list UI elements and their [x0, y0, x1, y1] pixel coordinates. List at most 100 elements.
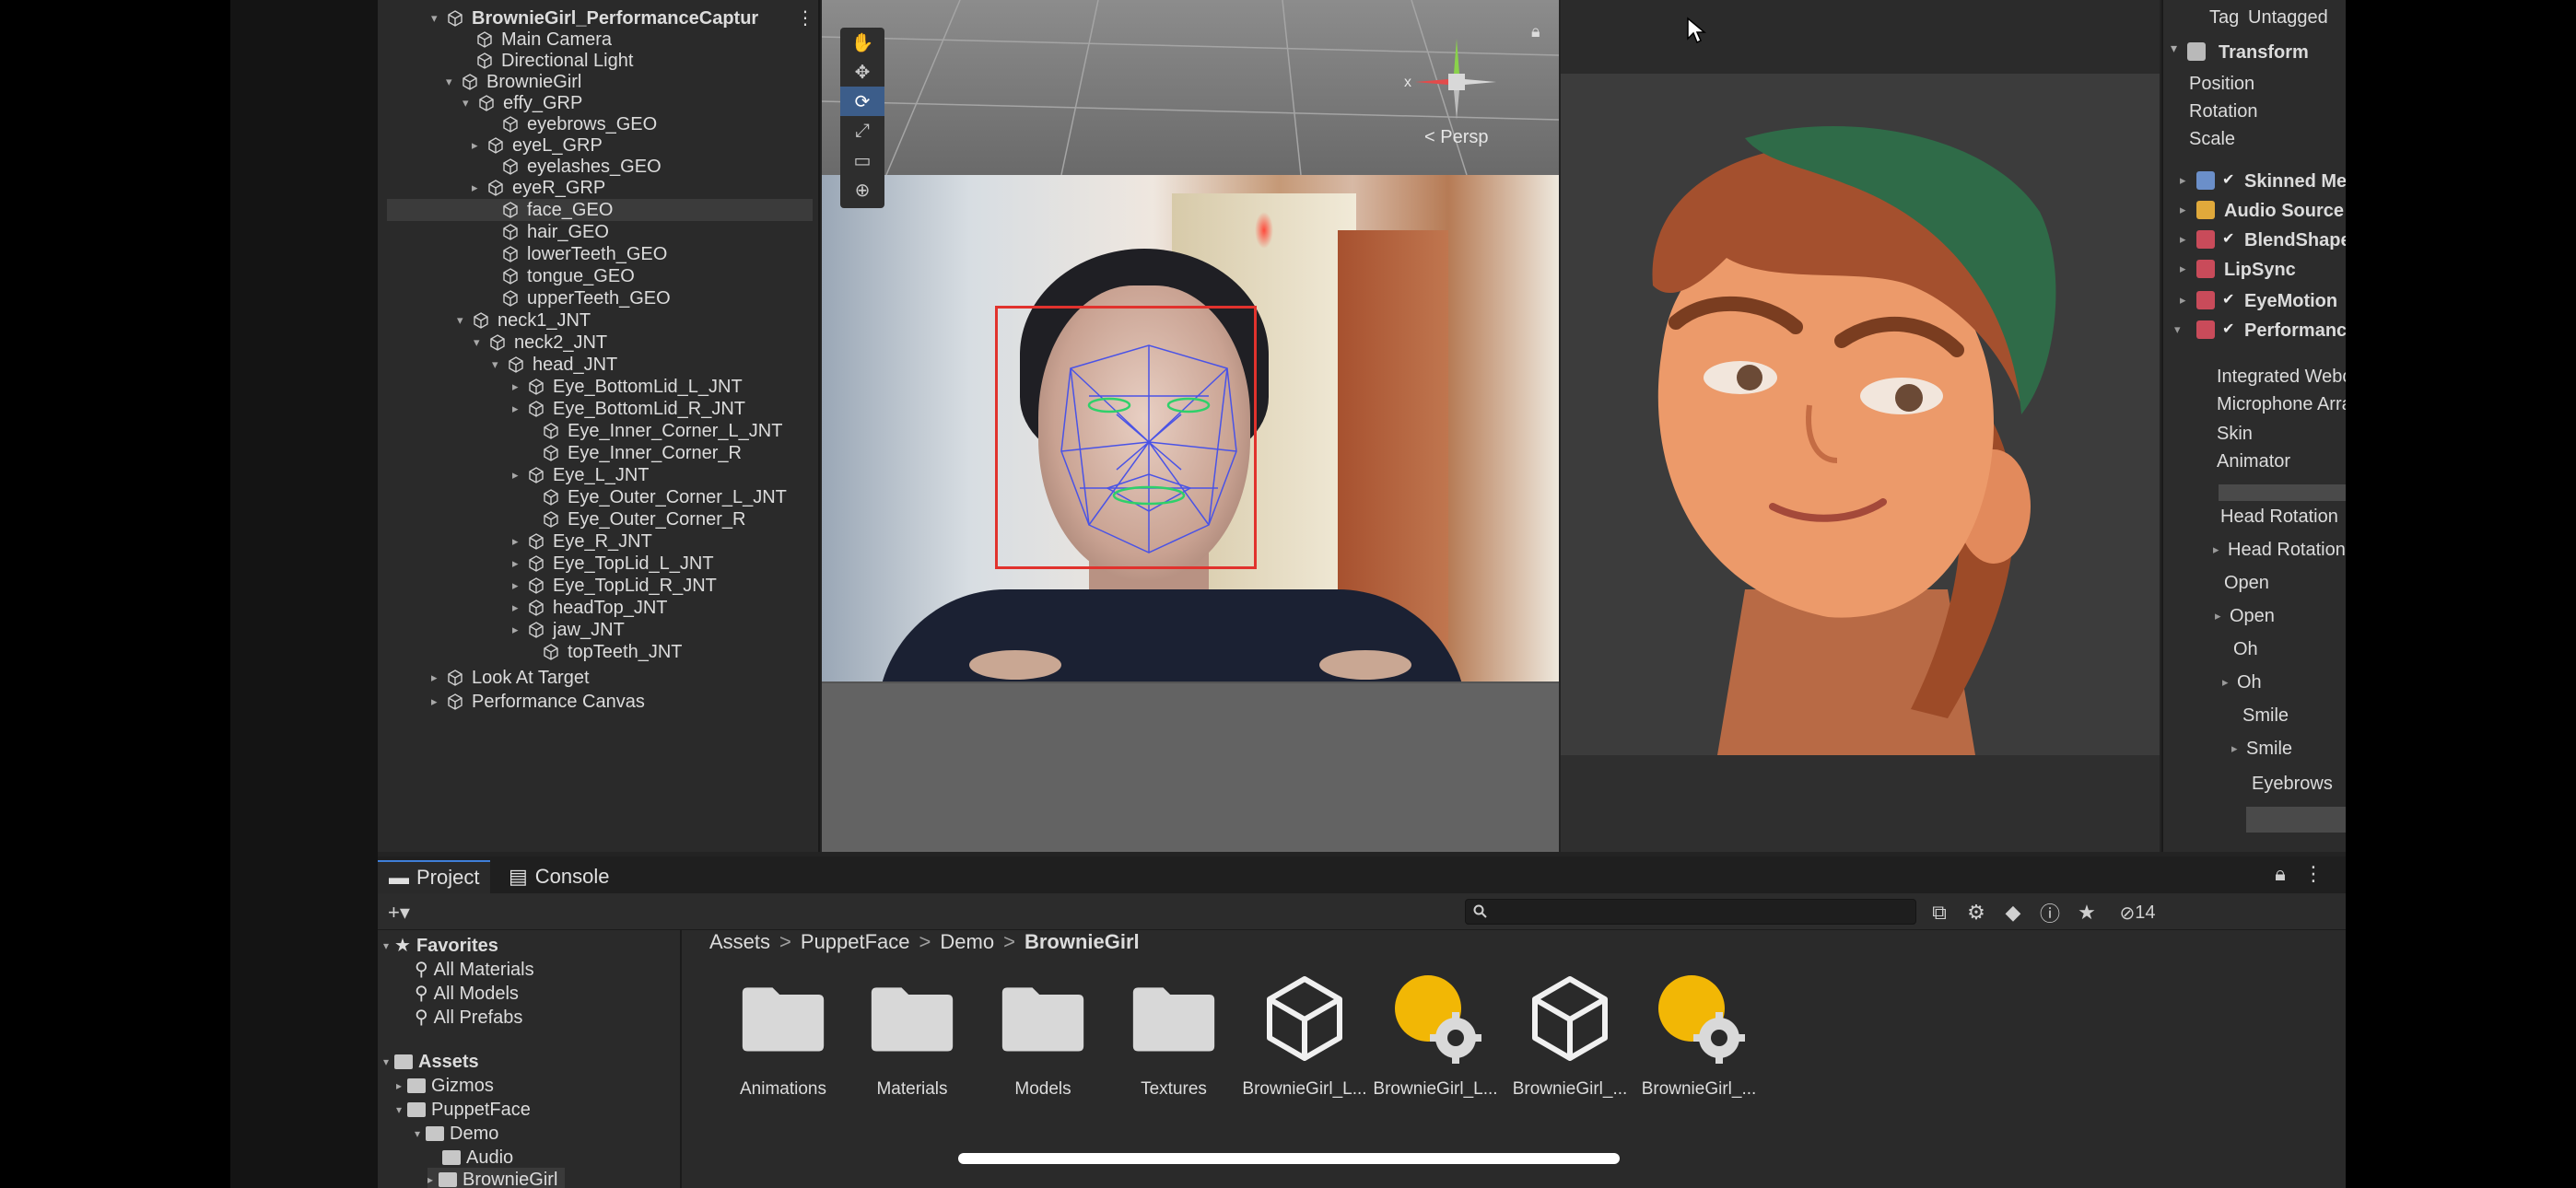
hierarchy-item[interactable]: ▸ Eye_TopLid_R_JNT — [512, 575, 717, 597]
hierarchy-item[interactable]: Directional Light — [461, 50, 633, 72]
component-expand-icon[interactable]: ▾ — [2174, 322, 2181, 337]
rotate-tool-icon[interactable]: ⟳ — [840, 87, 884, 116]
expand-arrow-icon[interactable]: ▾ — [492, 354, 507, 376]
component-expand-icon[interactable]: ▸ — [2180, 203, 2186, 217]
expand-arrow-icon[interactable]: ▸ — [512, 464, 527, 486]
expand-arrow-icon[interactable]: ▸ — [512, 376, 527, 398]
search-by-type-icon[interactable]: ⧉ — [1926, 899, 1953, 926]
tree-puppetface[interactable]: ▾ PuppetFace — [396, 1098, 531, 1122]
hierarchy-item[interactable]: ▸ Eye_TopLid_L_JNT — [512, 553, 714, 575]
hierarchy-item[interactable]: ▸ eyeR_GRP — [472, 177, 605, 199]
hierarchy-item[interactable]: ▸ headTop_JNT — [512, 597, 668, 619]
inspector-field-label[interactable]: Integrated Webcam — [2217, 367, 2346, 388]
expand-arrow-icon[interactable]: ▾ — [463, 92, 477, 114]
expand-arrow-icon[interactable]: ▾ — [457, 309, 472, 332]
expand-arrow-icon[interactable]: ▾ — [431, 7, 446, 29]
hierarchy-item[interactable]: ▸ Eye_BottomLid_L_JNT — [512, 376, 743, 398]
asset-folder[interactable]: Models — [978, 967, 1107, 1133]
hierarchy-root[interactable]: ▾ BrownieGirl_PerformanceCaptur — [431, 7, 758, 29]
panel-menu-icon[interactable]: ⋮ — [2300, 860, 2327, 888]
expand-arrow-icon[interactable]: ▸ — [472, 177, 486, 199]
hierarchy-item[interactable]: face_GEO — [486, 199, 613, 221]
rect-tool-icon[interactable]: ▭ — [840, 146, 884, 175]
hierarchy-item[interactable]: ▾ head_JNT — [492, 354, 617, 376]
favorite-all-prefabs[interactable]: ⚲ All Prefabs — [415, 1006, 522, 1030]
breadcrumb-puppetface[interactable]: PuppetFace — [801, 928, 910, 956]
hand-tool-icon[interactable]: ✋ — [840, 28, 884, 57]
hierarchy-item[interactable]: topTeeth_JNT — [527, 641, 683, 663]
asset-prefab[interactable]: BrownieGirl_L... — [1240, 967, 1369, 1133]
component-expand-icon[interactable]: ▸ — [2180, 173, 2186, 188]
favorite-star-icon[interactable]: ★ — [2073, 899, 2101, 926]
persp-label[interactable]: < Persp — [1424, 127, 1488, 148]
tab-project[interactable]: ▬ Project — [378, 860, 491, 893]
component-header[interactable]: LipSync — [2224, 260, 2296, 281]
tree-audio[interactable]: Audio — [442, 1146, 513, 1170]
hierarchy-item[interactable]: ▾ BrownieGirl — [446, 71, 581, 93]
expand-arrow-icon[interactable]: ▸ — [512, 597, 527, 619]
expand-arrow-icon[interactable]: ▾ — [446, 71, 461, 93]
hierarchy-item[interactable]: Main Camera — [461, 29, 612, 51]
hierarchy-item[interactable]: ▸ Performance Canvas — [431, 691, 645, 713]
hierarchy-item[interactable]: ▸ Eye_R_JNT — [512, 530, 652, 553]
hierarchy-item[interactable]: ▾ neck2_JNT — [474, 332, 607, 354]
animator-field-bar[interactable] — [2219, 484, 2346, 501]
component-header[interactable]: PerformanceC — [2244, 320, 2346, 342]
tree-gizmos[interactable]: ▸ Gizmos — [396, 1074, 494, 1098]
field-expand-icon[interactable]: ▸ — [2213, 542, 2219, 557]
breadcrumb-browniegirl[interactable]: BrownieGirl — [1025, 928, 1140, 956]
favorite-all-materials[interactable]: ⚲ All Materials — [415, 958, 534, 982]
transform-expand-icon[interactable]: ▾ — [2171, 41, 2177, 56]
hierarchy-item[interactable]: Eye_Outer_Corner_R — [527, 508, 745, 530]
tag-filter-icon[interactable]: ◆ — [1999, 899, 2027, 926]
asset-lighting-settings[interactable]: BrownieGirl_... — [1634, 967, 1763, 1133]
assets-header[interactable]: ▾ Assets — [383, 1050, 479, 1074]
transform-tool-icon[interactable]: ⊕ — [840, 175, 884, 204]
tree-demo[interactable]: ▾ Demo — [415, 1122, 498, 1146]
component-expand-icon[interactable]: ▸ — [2180, 293, 2186, 308]
expand-arrow-icon[interactable]: ▸ — [512, 575, 527, 597]
hidden-packages-toggle[interactable]: ⊘ 14 — [2110, 899, 2165, 926]
hierarchy-item[interactable]: eyebrows_GEO — [486, 113, 657, 135]
hierarchy-item[interactable]: upperTeeth_GEO — [486, 287, 671, 309]
hierarchy-item[interactable]: hair_GEO — [486, 221, 609, 243]
hierarchy-item[interactable]: eyelashes_GEO — [486, 156, 662, 178]
hierarchy-item[interactable]: ▸ jaw_JNT — [512, 619, 625, 641]
asset-folder[interactable]: Animations — [719, 967, 848, 1133]
favorites-header[interactable]: ▾ ★ Favorites — [383, 934, 498, 958]
expand-arrow-icon[interactable]: ▾ — [474, 332, 488, 354]
field-expand-icon[interactable]: ▸ — [2231, 741, 2238, 756]
hierarchy-item[interactable]: ▾ effy_GRP — [463, 92, 582, 114]
asset-prefab[interactable]: BrownieGirl_... — [1505, 967, 1634, 1133]
field-expand-icon[interactable]: ▸ — [2222, 675, 2229, 690]
hierarchy-item[interactable]: lowerTeeth_GEO — [486, 243, 667, 265]
tag-dropdown[interactable]: Untagged — [2248, 7, 2328, 29]
component-header[interactable]: Audio Source — [2224, 201, 2344, 222]
hierarchy-item[interactable]: Eye_Outer_Corner_L_JNT — [527, 486, 787, 508]
expand-arrow-icon[interactable]: ▸ — [472, 134, 486, 157]
scale-tool-icon[interactable]: ⤢ — [840, 116, 884, 146]
tab-console[interactable]: ▤ Console — [498, 860, 621, 893]
transform-header[interactable]: Transform — [2219, 42, 2309, 64]
inspector-field-label[interactable]: Microphone Array (In — [2217, 394, 2346, 415]
tree-browniegirl[interactable]: ▸ BrownieGirl — [427, 1168, 566, 1188]
scene-view[interactable]: ✋ ✥ ⟳ ⤢ ▭ ⊕ x 🔒︎ < Persp — [822, 0, 1559, 852]
asset-folder[interactable]: Textures — [1109, 967, 1238, 1133]
expand-arrow-icon[interactable]: ▸ — [431, 691, 446, 713]
filter-by-label-icon[interactable]: ⚙ — [1962, 899, 1990, 926]
expand-arrow-icon[interactable]: ▸ — [512, 619, 527, 641]
eyebrows-field-bar[interactable] — [2246, 807, 2346, 833]
component-enabled-checkbox[interactable]: ✔ — [2222, 232, 2237, 247]
asset-lighting-settings[interactable]: BrownieGirl_L... — [1371, 967, 1500, 1133]
hierarchy-item[interactable]: tongue_GEO — [486, 265, 635, 287]
component-expand-icon[interactable]: ▸ — [2180, 232, 2186, 247]
lock-icon[interactable]: 🔒︎ — [1531, 22, 1540, 41]
component-enabled-checkbox[interactable]: ✔ — [2222, 173, 2237, 188]
asset-folder[interactable]: Materials — [848, 967, 977, 1133]
breadcrumb-assets[interactable]: Assets — [709, 928, 770, 956]
hierarchy-item[interactable]: Eye_Inner_Corner_R — [527, 442, 742, 464]
hierarchy-item[interactable]: ▸ Look At Target — [431, 667, 590, 689]
game-view[interactable] — [1561, 0, 2160, 852]
home-indicator[interactable] — [958, 1153, 1620, 1164]
expand-arrow-icon[interactable]: ▸ — [512, 398, 527, 420]
